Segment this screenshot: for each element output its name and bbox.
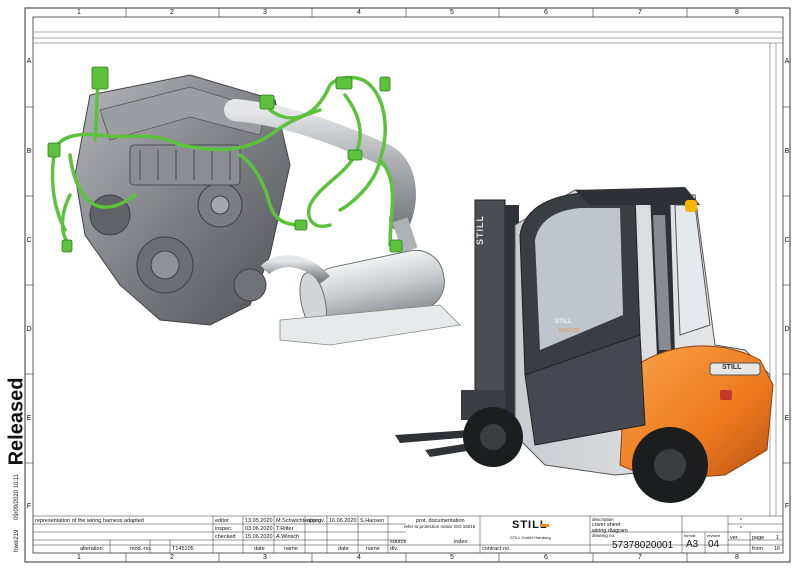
date-label: date [254,546,265,552]
checked-date: 15.06.2020 [245,534,273,540]
revision-star-1: * [740,518,743,524]
editor-date: 13.05.2020 [245,518,273,524]
column-number: 1 [77,9,81,16]
approv-date: 16.06.2020 [329,518,357,524]
column-number: 4 [357,554,361,561]
modno-value: T145105 [172,546,194,552]
door-model-label: RX60-25 [559,328,579,334]
date-label-2: date [338,546,349,552]
row-letter: A [26,58,32,65]
column-number: 3 [263,9,267,16]
approv-label: approv. [307,518,325,524]
row-letter: E [784,415,790,422]
column-number: 6 [544,554,548,561]
approv-name: S.Hansen [360,518,385,524]
checked-label: checked [215,534,236,540]
forklift-illustration [395,187,774,503]
mast-brand-label: STILL [475,215,485,245]
column-number: 2 [170,9,174,16]
page-total: 16 [774,546,781,552]
release-status: Released [5,377,28,466]
column-number: 8 [735,9,739,16]
column-number: 4 [357,9,361,16]
inspec-date: 03.06.2020 [245,526,273,532]
column-number: 5 [450,554,454,561]
inspec-name: T.Ritter [276,526,294,532]
column-number: 7 [638,554,642,561]
checked-name: A.Winsch [276,534,300,540]
column-number: 2 [170,554,174,561]
inspec-label: inspec. [215,526,233,532]
sheet-format: A3 [686,539,699,550]
column-number: 8 [735,554,739,561]
column-number: 7 [638,9,642,16]
editor-label: editor [215,518,229,524]
release-date: 09/09/2020 10:11 [14,473,20,520]
document-code: fowk219 [14,529,20,552]
row-letter: C [26,237,32,244]
counterweight-brand-label: STILL [722,364,742,371]
row-letter: B [784,148,790,155]
row-letter: A [784,58,790,65]
column-number: 6 [544,9,548,16]
version-number: 04 [708,539,720,550]
row-letter: D [26,326,32,333]
name-label: name [284,546,298,552]
index-label: index: [454,539,469,545]
page-label: page [752,535,765,541]
modno-label: mod.-no. [130,546,152,552]
prot-ref: refer to protection notice ISO 16016 [404,524,476,529]
column-number: 3 [263,554,267,561]
column-number: 5 [450,9,454,16]
row-letter: C [784,237,790,244]
brand-sub: STILL GmbH Hamburg [510,535,551,540]
name-label-2: name [366,546,380,552]
column-number: 1 [77,554,81,561]
brand-logo-accent [541,524,549,527]
drawing-number: 57378020001 [612,540,674,551]
drawing-sheet: 1 2 3 4 5 6 7 8 1 2 3 4 5 6 7 8 A B C D … [0,0,800,569]
row-letter: D [784,326,790,333]
alteration-label: alteration [80,546,103,552]
revision-star-2: * [740,526,743,532]
contract-label: contract no. [482,546,511,552]
row-letter: F [26,503,32,510]
from-label: from [752,546,763,552]
door-brand-label: STILL [555,319,572,325]
page-number: 1 [776,535,780,541]
drawing-no-label: drawing no. [592,533,616,538]
div-label: div. [390,546,399,552]
revision-text: representation of the wiring harness ada… [35,518,144,524]
source-label: source [390,539,407,545]
ver-label: ver. [730,535,739,541]
row-letter: B [26,148,32,155]
row-letter: F [784,503,790,510]
